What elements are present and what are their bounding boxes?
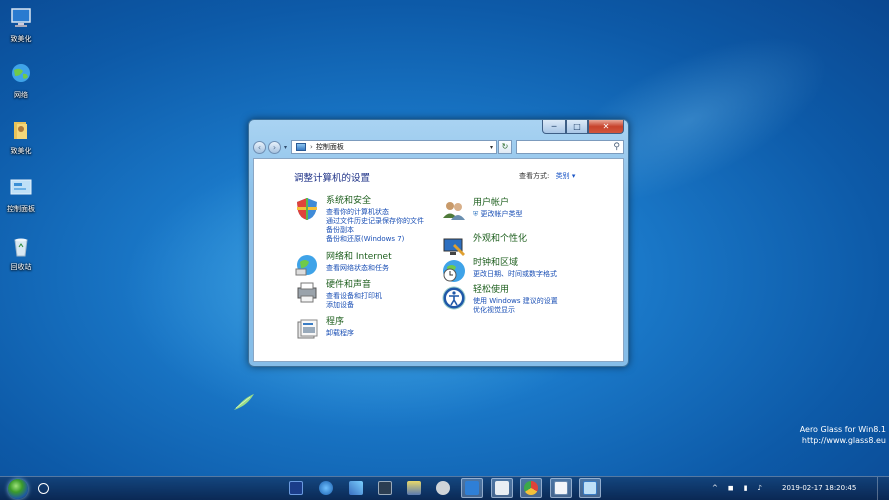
taskbar-app-4[interactable] [374, 478, 396, 498]
category-appearance-personalization: 外观和个性化 [441, 234, 527, 260]
printer-icon [297, 282, 317, 303]
link-network-status[interactable]: 查看网络状态和任务 [326, 264, 392, 273]
clock-globe-icon [443, 260, 465, 282]
tray-battery-icon[interactable]: ▮ [744, 484, 748, 492]
view-by: 查看方式: 类别 ▾ [519, 171, 575, 181]
category-title[interactable]: 用户帐户 [473, 198, 522, 209]
category-title[interactable]: 系统和安全 [326, 196, 424, 207]
link-backup-restore[interactable]: 备份和还原(Windows 7) [326, 235, 424, 244]
tray-network-icon[interactable]: ◼ [728, 484, 734, 492]
taskbar-app-music[interactable] [461, 478, 483, 498]
category-programs: 程序 卸载程序 [294, 317, 354, 343]
desktop-icon-label: 控制面板 [7, 205, 35, 213]
category-title[interactable]: 时钟和区域 [473, 258, 557, 269]
search-input[interactable]: ⚲ [516, 140, 624, 154]
category-title[interactable]: 程序 [326, 317, 354, 328]
page-title: 调整计算机的设置 [294, 173, 371, 184]
taskbar-app-3[interactable] [345, 478, 367, 498]
breadcrumb-control-panel[interactable]: 控制面板 [316, 142, 344, 152]
back-button[interactable]: ‹ [253, 140, 266, 154]
leaf-icon [234, 394, 254, 410]
desktop-icon-label: 网络 [14, 91, 28, 99]
category-user-accounts: 用户帐户 ⛨ 更改帐户类型 [441, 198, 522, 224]
address-dropdown-icon[interactable]: ▾ [487, 144, 496, 151]
taskbar-app-control-panel[interactable] [579, 478, 601, 498]
address-bar[interactable]: › 控制面板 ▾ [291, 140, 498, 154]
taskbar-clock[interactable]: 2019-02-17 18:20:45 [782, 484, 856, 492]
navigation-bar: ‹ › ▾ › 控制面板 ▾ ↻ ⚲ [253, 139, 624, 155]
taskbar-app-6[interactable] [432, 478, 454, 498]
taskbar-app-5[interactable] [403, 478, 425, 498]
network-globe-icon [295, 255, 317, 276]
desktop-icon-control-panel[interactable]: 控制面板 [4, 176, 38, 214]
tray-volume-icon[interactable]: ♪ [758, 484, 762, 492]
taskbar-app-ps[interactable] [285, 478, 307, 498]
desktop-icon-label: 回收站 [10, 263, 32, 271]
category-title[interactable]: 网络和 Internet [326, 252, 392, 263]
link-file-history[interactable]: 通过文件历史记录保存你的文件 [326, 217, 424, 226]
aero-glass-watermark: Aero Glass for Win8.1 http://www.glass8.… [790, 424, 886, 446]
search-icon: ⚲ [613, 142, 620, 152]
folder-user-icon [14, 122, 27, 139]
users-icon [443, 202, 465, 220]
watermark-line1: Aero Glass for Win8.1 [799, 425, 886, 434]
desktop-icon-meihua-folder[interactable]: 致美化 [4, 118, 38, 156]
taskbar-app-calendar[interactable] [550, 478, 572, 498]
view-by-label: 查看方式: [519, 172, 550, 180]
ease-of-access-icon [442, 286, 466, 310]
desktop-icon-label: 致美化 [10, 35, 32, 43]
desktop-icon-label: 致美化 [10, 147, 32, 155]
taskbar-app-2[interactable] [315, 478, 337, 498]
control-panel-small-icon [296, 143, 307, 151]
show-desktop-button[interactable] [877, 477, 889, 500]
category-title[interactable]: 硬件和声音 [326, 280, 382, 291]
maximize-button[interactable]: □ [566, 120, 588, 134]
desktop-icon-meihua-pc[interactable]: 致美化 [4, 6, 38, 44]
category-title[interactable]: 外观和个性化 [473, 234, 527, 245]
cortana-search-icon[interactable] [38, 483, 49, 494]
system-tray: ^ ◼ ▮ ♪ [712, 484, 762, 492]
close-button[interactable]: ✕ [588, 120, 624, 134]
breadcrumb-arrow[interactable]: › [310, 143, 313, 151]
control-panel-icon [10, 179, 32, 195]
refresh-button[interactable]: ↻ [498, 140, 513, 154]
appearance-icon [443, 238, 465, 256]
caption-buttons: ─ □ ✕ [542, 120, 624, 134]
network-globe-icon [12, 64, 30, 82]
category-system-security: 系统和安全 查看你的计算机状态 通过文件历史记录保存你的文件 备份副本 备份和还… [294, 196, 424, 244]
link-recommended-settings[interactable]: 使用 Windows 建议的设置 [473, 297, 558, 306]
control-panel-content: 调整计算机的设置 查看方式: 类别 ▾ 系统和安全 查看你的计算机状态 通过文件… [253, 158, 624, 362]
computer-icon [11, 8, 31, 27]
link-change-date-time-format[interactable]: 更改日期、时间或数字格式 [473, 270, 557, 279]
category-title[interactable]: 轻松使用 [473, 285, 558, 296]
category-ease-of-access: 轻松使用 使用 Windows 建议的设置 优化视觉显示 [441, 285, 558, 315]
link-view-computer-status[interactable]: 查看你的计算机状态 [326, 208, 424, 217]
desktop-icon-recycle-bin[interactable]: 回收站 [4, 234, 38, 272]
desktop-icon-network[interactable]: 网络 [4, 62, 38, 100]
link-backup-copy[interactable]: 备份副本 [326, 226, 424, 235]
link-uninstall-program[interactable]: 卸载程序 [326, 329, 354, 338]
minimize-button[interactable]: ─ [542, 120, 566, 134]
shield-small-icon: ⛨ [473, 210, 479, 218]
taskbar-app-chrome[interactable] [520, 478, 542, 498]
link-add-device[interactable]: 添加设备 [326, 301, 382, 310]
view-by-dropdown[interactable]: 类别 ▾ [556, 172, 576, 180]
recycle-bin-icon [14, 238, 28, 257]
watermark-line2: http://www.glass8.eu [801, 436, 886, 445]
start-button[interactable] [8, 479, 28, 499]
taskbar-app-notes[interactable] [491, 478, 513, 498]
link-optimize-visual-display[interactable]: 优化视觉显示 [473, 306, 558, 315]
recent-pages-dropdown[interactable]: ▾ [284, 144, 287, 151]
tray-expand-icon[interactable]: ^ [712, 484, 718, 492]
control-panel-window[interactable]: ─ □ ✕ ‹ › ▾ › 控制面板 ▾ ↻ ⚲ 调整计算机的设置 查看方式: … [248, 119, 629, 367]
category-network-internet: 网络和 Internet 查看网络状态和任务 [294, 252, 392, 278]
link-devices-printers[interactable]: 查看设备和打印机 [326, 292, 382, 301]
category-clock-region: 时钟和区域 更改日期、时间或数字格式 [441, 258, 557, 284]
forward-button[interactable]: › [268, 140, 281, 154]
category-hardware-sound: 硬件和声音 查看设备和打印机 添加设备 [294, 280, 382, 310]
link-change-account-type[interactable]: ⛨ 更改帐户类型 [473, 210, 522, 219]
programs-icon [297, 319, 318, 339]
shield-icon [297, 198, 317, 220]
